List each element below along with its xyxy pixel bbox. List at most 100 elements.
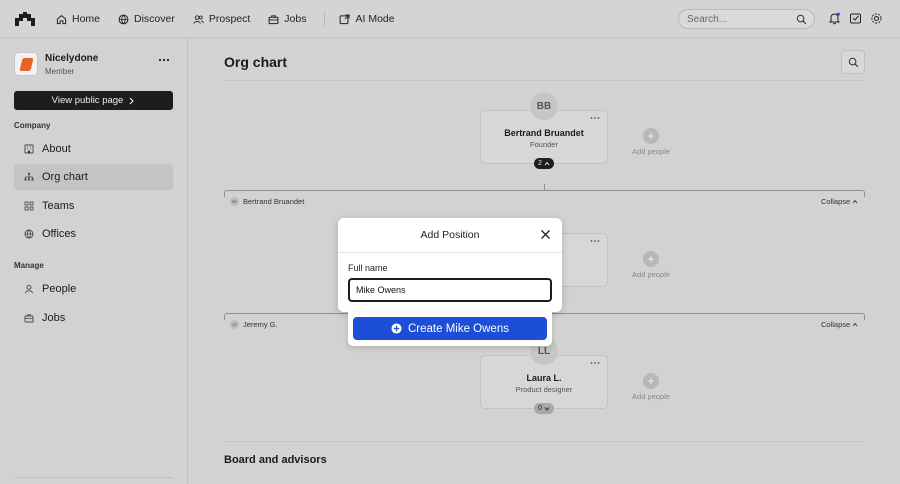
search-icon (796, 14, 807, 25)
group-bracket (224, 190, 865, 197)
full-name-input[interactable] (348, 278, 552, 302)
chevron-up-icon (852, 199, 858, 204)
sidebar-item-about[interactable]: About (14, 136, 173, 162)
briefcase-icon (24, 314, 34, 323)
title-divider (224, 80, 865, 81)
briefcase-icon (268, 14, 279, 24)
sidebar: Nicelydone Member View public page Compa… (0, 38, 188, 484)
close-icon[interactable] (540, 229, 551, 240)
org-name: Nicelydone (45, 53, 99, 64)
board-section-title: Board and advisors (224, 454, 327, 466)
add-people-button-laura[interactable]: + Add people (621, 373, 681, 401)
manage-section-label: Manage (14, 261, 44, 270)
main-nav: Home Discover Prospect Jobs AI Mode (56, 0, 413, 38)
nav-prospect[interactable]: Prospect (193, 13, 250, 25)
create-suggestion-dropdown: Create Mike Owens (348, 312, 552, 346)
sidebar-item-people[interactable]: People (14, 276, 173, 302)
collapse-button-group1[interactable]: Collapse (821, 197, 858, 206)
add-people-label: Add people (632, 270, 670, 279)
search-placeholder: Search... (687, 14, 728, 25)
group-label-jeremy: JG Jeremy G. (230, 320, 278, 329)
avatar: BB (529, 91, 559, 121)
nav-jobs[interactable]: Jobs (268, 13, 306, 25)
card-more-icon[interactable] (590, 361, 600, 365)
chevron-down-icon (544, 407, 550, 411)
home-icon (56, 14, 67, 24)
global-search-input[interactable]: Search... (678, 9, 815, 29)
modal-divider (338, 252, 562, 253)
sidebar-item-offices-label: Offices (42, 228, 77, 240)
nav-divider (324, 12, 326, 26)
org-chart-search-button[interactable] (841, 50, 865, 74)
nav-jobs-label: Jobs (284, 13, 307, 25)
group-label-bertrand: BB Bertrand Bruandet (230, 197, 304, 206)
person-role: Founder (530, 140, 558, 149)
nav-home[interactable]: Home (56, 13, 100, 25)
plus-circle-icon (391, 323, 402, 334)
group-label-text: Bertrand Bruandet (243, 197, 305, 206)
org-logo (14, 52, 38, 76)
top-navigation-bar: Home Discover Prospect Jobs AI Mode Sear… (0, 0, 900, 38)
company-section-label: Company (14, 121, 51, 130)
chevron-up-icon (544, 161, 550, 166)
nav-discover-label: Discover (134, 13, 175, 25)
sidebar-item-people-label: People (42, 283, 77, 295)
sidebar-item-org-chart[interactable]: Org chart (14, 164, 173, 190)
sidebar-divider (14, 477, 173, 478)
reports-count-toggle[interactable]: 0 (534, 403, 554, 414)
card-more-icon[interactable] (590, 239, 600, 243)
collapse-button-group2[interactable]: Collapse (821, 320, 858, 329)
view-public-page-label: View public page (51, 95, 124, 106)
org-role: Member (45, 67, 75, 76)
nav-prospect-label: Prospect (208, 13, 251, 25)
sidebar-item-jobs-label: Jobs (42, 312, 66, 324)
globe-icon (118, 14, 129, 24)
create-position-label: Create Mike Owens (408, 322, 509, 335)
view-public-page-button[interactable]: View public page (14, 91, 173, 110)
globe-icon (24, 229, 34, 239)
card-more-icon[interactable] (590, 116, 600, 120)
nav-ai-mode-label: AI Mode (355, 13, 395, 25)
group-label-text: Jeremy G. (243, 320, 278, 329)
settings-gear-icon[interactable] (870, 12, 883, 25)
add-people-button-root[interactable]: + Add people (621, 128, 681, 156)
page-title: Org chart (224, 54, 288, 70)
sidebar-item-about-label: About (42, 143, 71, 155)
org-chart-icon (24, 172, 34, 181)
users-icon (193, 14, 204, 24)
nav-ai-mode[interactable]: AI Mode (339, 13, 395, 25)
collapse-label: Collapse (821, 197, 851, 206)
create-position-button[interactable]: Create Mike Owens (353, 317, 547, 340)
plus-icon: + (643, 251, 659, 267)
building-icon (24, 144, 34, 154)
plus-icon: + (643, 128, 659, 144)
reports-count: 2 (538, 160, 542, 167)
sidebar-item-teams[interactable]: Teams (14, 193, 173, 219)
sidebar-item-jobs[interactable]: Jobs (14, 305, 173, 331)
app-logo-icon[interactable] (14, 11, 36, 27)
notification-bell-icon[interactable] (828, 12, 841, 25)
person-role: Product designer (515, 385, 573, 394)
reports-count-toggle[interactable]: 2 (534, 158, 554, 169)
ai-mode-icon (340, 13, 351, 24)
plus-icon: + (643, 373, 659, 389)
modal-title: Add Position (420, 229, 480, 241)
chevron-right-icon (129, 97, 135, 104)
full-name-label: Full name (348, 263, 388, 273)
add-people-button-middle[interactable]: + Add people (621, 251, 681, 279)
more-options-icon[interactable] (158, 56, 170, 64)
reports-count: 0 (538, 405, 542, 412)
sidebar-item-offices[interactable]: Offices (14, 221, 173, 247)
messages-icon[interactable] (849, 12, 862, 25)
nav-home-label: Home (72, 13, 101, 25)
person-name: Bertrand Bruandet (504, 128, 584, 138)
people-icon (25, 284, 33, 294)
add-position-modal: Add Position Full name (338, 218, 562, 312)
person-name: Laura L. (526, 373, 562, 383)
sidebar-item-org-chart-label: Org chart (42, 171, 88, 183)
chevron-up-icon (852, 322, 858, 327)
board-divider (224, 441, 865, 442)
mini-avatar: BB (230, 197, 239, 206)
search-icon (848, 57, 859, 68)
nav-discover[interactable]: Discover (118, 13, 175, 25)
